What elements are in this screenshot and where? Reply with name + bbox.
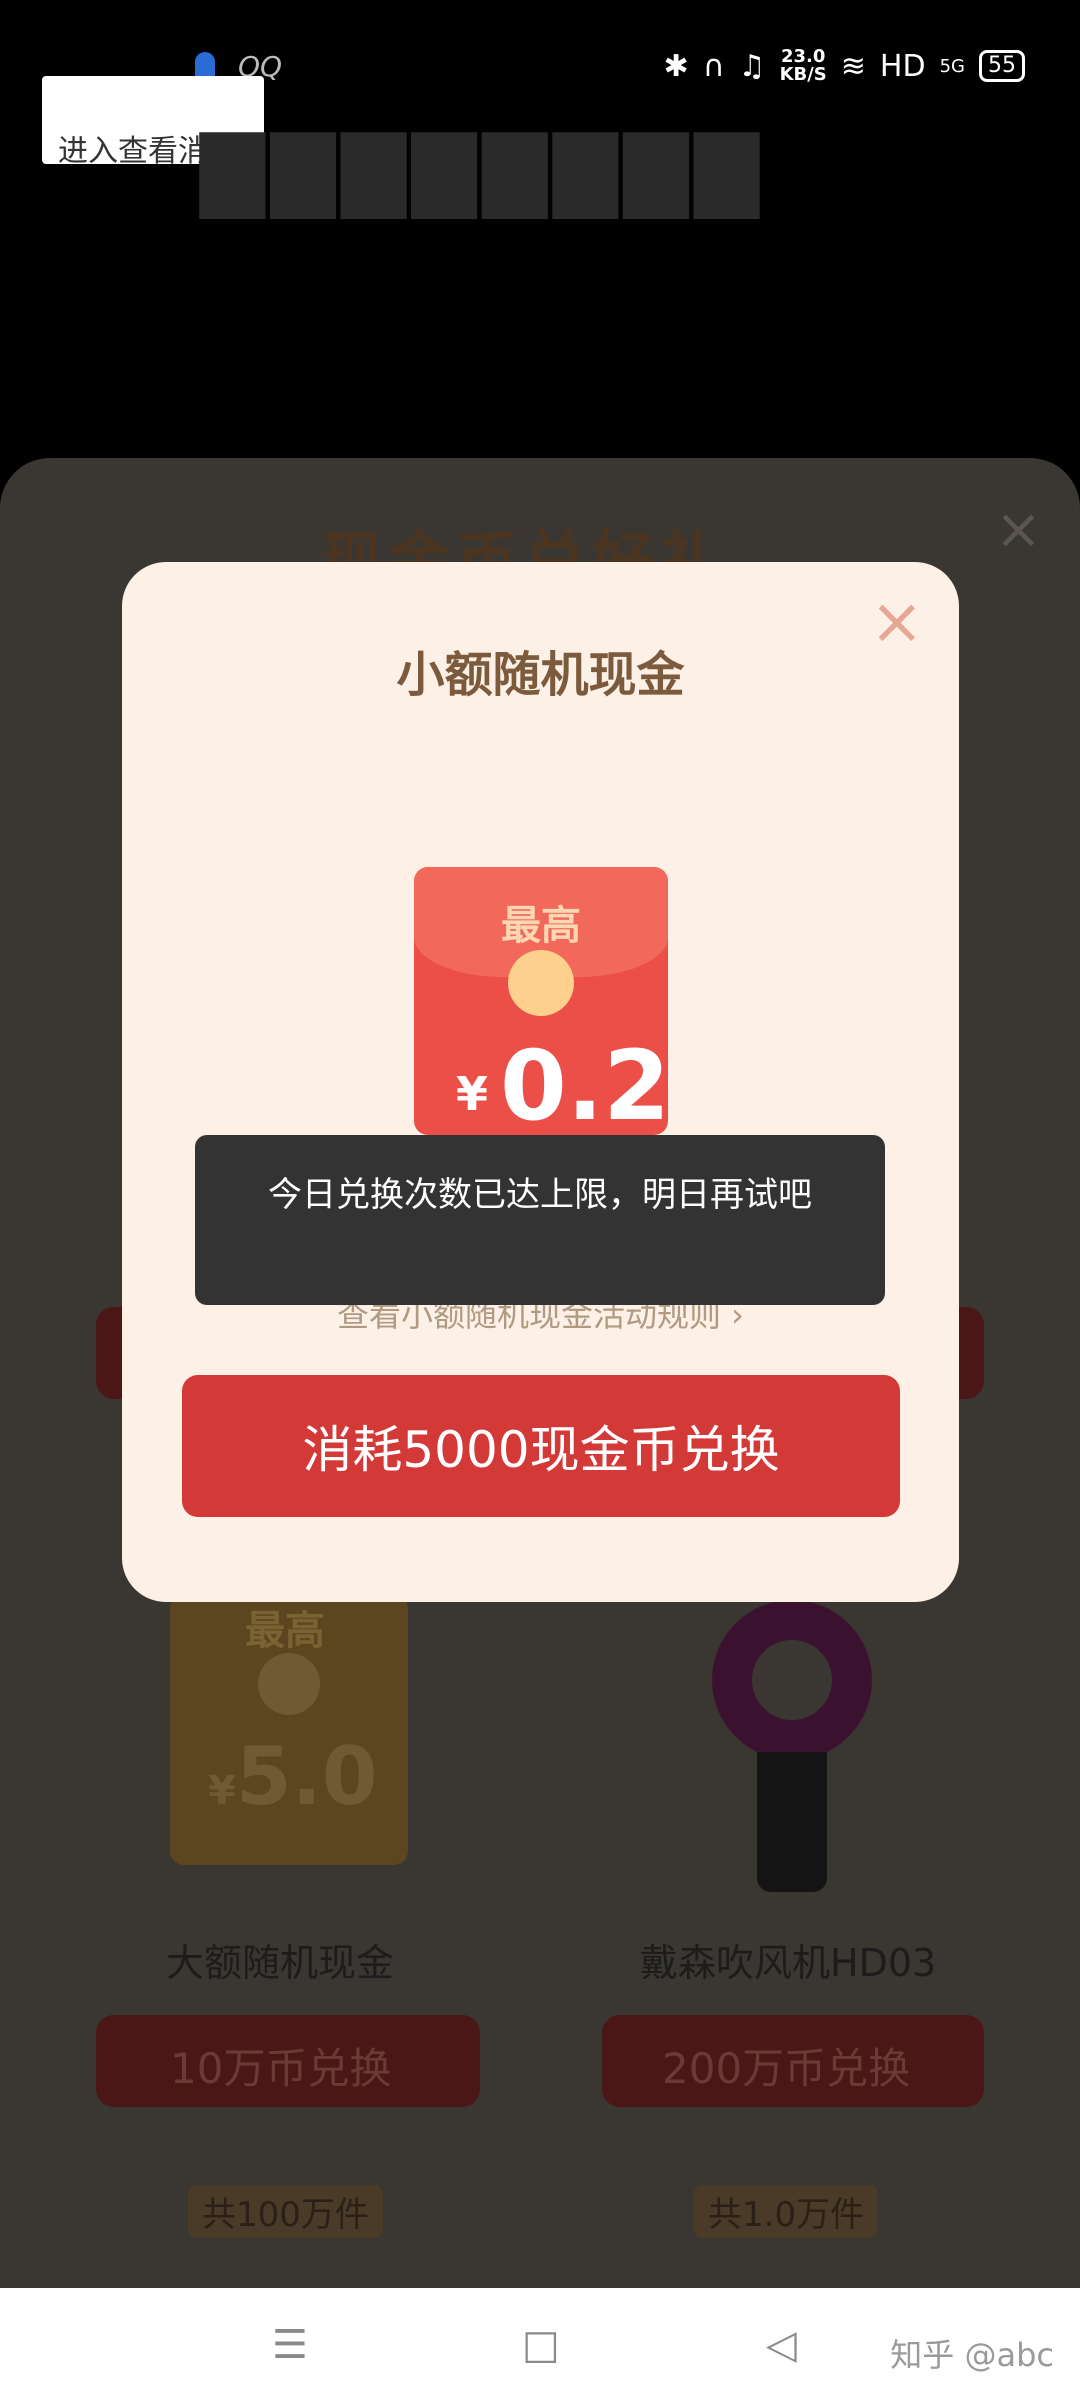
bluetooth-icon: ✱ xyxy=(663,48,689,84)
gold-envelope-top-label: 最高 xyxy=(245,1608,325,1654)
hair-dryer-image xyxy=(712,1600,872,1760)
red-envelope-currency: ¥ xyxy=(456,1067,489,1121)
panel-close-icon[interactable]: × xyxy=(995,497,1042,562)
item-name-large-cash: 大额随机现金 xyxy=(166,1941,395,1985)
modal-close-icon[interactable]: × xyxy=(870,590,924,654)
stock-badge-dryer: 共1.0万件 xyxy=(694,2185,879,2238)
hd-label: HD xyxy=(879,48,926,84)
gold-envelope-currency: ¥ xyxy=(208,1768,236,1814)
home-icon[interactable]: □ xyxy=(522,2322,560,2368)
hair-dryer-handle xyxy=(757,1752,827,1892)
wifi-icon: ≋ xyxy=(840,48,866,84)
red-envelope-coin xyxy=(508,950,574,1016)
watermark: 知乎 @abc xyxy=(890,2336,1054,2374)
menu-icon[interactable]: ☰ xyxy=(272,2322,308,2368)
gold-envelope-coin xyxy=(258,1653,320,1715)
red-envelope-top-label: 最高 xyxy=(501,903,581,949)
stock-badge-large-cash: 共100万件 xyxy=(188,2185,383,2238)
status-right-group: ✱ ∩ ♫ 23.0 KB/S ≋ HD 5G 55 xyxy=(664,48,1025,84)
exchange-button-large-cash-label: 10万币兑换 xyxy=(170,2044,392,2093)
item-name-dryer: 戴森吹风机HD03 xyxy=(640,1941,937,1985)
mute-bell-icon: ♫ xyxy=(738,48,766,84)
gold-envelope-amount: 5.0 xyxy=(235,1730,378,1823)
red-envelope-value: 0.2 xyxy=(500,1030,671,1142)
net-speed-unit: KB/S xyxy=(779,64,827,85)
battery-indicator: 55 xyxy=(979,50,1025,82)
limit-toast: 今日兑换次数已达上限，明日再试吧 xyxy=(195,1135,885,1305)
back-icon[interactable]: ◁ xyxy=(766,2322,797,2368)
modal-title: 小额随机现金 xyxy=(396,647,685,703)
gold-envelope-value: ¥5.0 xyxy=(208,1730,378,1823)
net-speed: 23.0 KB/S xyxy=(780,48,827,84)
banner-decoration: ▇▇▇▇▇▇▇▇ xyxy=(200,120,765,218)
signal-label: 5G xyxy=(939,55,965,77)
headphones-icon: ∩ xyxy=(702,48,725,84)
exchange-cta-button[interactable]: 消耗5000现金币兑换 xyxy=(182,1375,900,1517)
exchange-button-dryer-label: 200万币兑换 xyxy=(662,2044,911,2093)
